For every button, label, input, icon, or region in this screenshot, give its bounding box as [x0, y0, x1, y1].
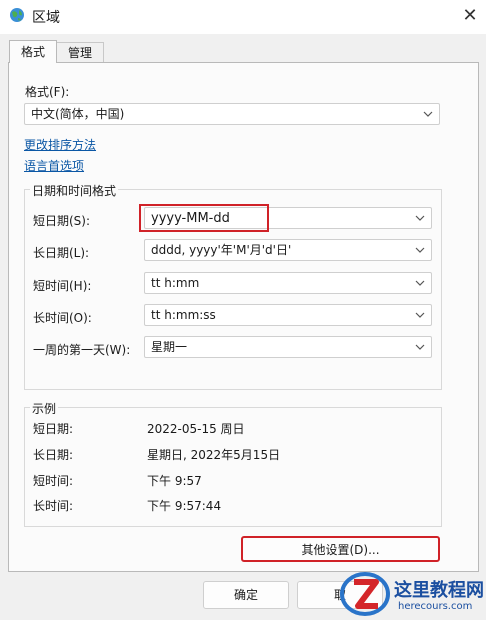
ok-button[interactable]: 确定 — [203, 581, 289, 609]
chevron-down-icon — [415, 247, 425, 253]
short-date-label: 短日期(S): — [33, 214, 91, 228]
chevron-down-icon — [415, 312, 425, 318]
format-select-value: 中文(简体，中国) — [31, 107, 125, 121]
chevron-down-icon — [415, 280, 425, 286]
short-time-value: tt h:mm — [151, 276, 200, 290]
first-day-label: 一周的第一天(W): — [33, 343, 131, 357]
long-date-label: 长日期(L): — [33, 246, 90, 260]
example-long-date-label: 长日期: — [33, 448, 74, 462]
chevron-down-icon — [415, 344, 425, 350]
short-time-select[interactable]: tt h:mm — [144, 272, 432, 294]
globe-icon — [10, 8, 24, 22]
long-time-value: tt h:mm:ss — [151, 308, 216, 322]
first-day-select[interactable]: 星期一 — [144, 336, 432, 358]
example-short-time-value: 下午 9:57 — [147, 474, 202, 488]
format-label: 格式(F): — [25, 85, 70, 99]
long-time-select[interactable]: tt h:mm:ss — [144, 304, 432, 326]
long-time-label: 长时间(O): — [33, 311, 92, 325]
close-icon: ✕ — [462, 5, 478, 26]
example-group-caption: 示例 — [30, 400, 59, 417]
change-sort-link[interactable]: 更改排序方法 — [24, 136, 96, 153]
example-short-time-label: 短时间: — [33, 474, 74, 488]
example-short-date-value: 2022-05-15 周日 — [147, 422, 245, 436]
tab-manage[interactable]: 管理 — [56, 42, 104, 63]
first-day-value: 星期一 — [151, 340, 188, 354]
watermark: 这里教程网 herecours.com — [340, 568, 486, 620]
format-select[interactable]: 中文(简体，中国) — [24, 103, 440, 125]
short-date-highlight — [139, 204, 269, 232]
example-long-date-value: 星期日, 2022年5月15日 — [147, 448, 281, 462]
short-time-label: 短时间(H): — [33, 279, 92, 293]
tab-format[interactable]: 格式 — [9, 40, 57, 63]
title-bar: 区域 ✕ — [0, 0, 486, 34]
language-preferences-link[interactable]: 语言首选项 — [24, 157, 84, 174]
example-short-date-label: 短日期: — [33, 422, 74, 436]
z-logo-icon — [340, 572, 390, 616]
watermark-site-name: 这里教程网 — [394, 580, 484, 601]
chevron-down-icon — [423, 111, 433, 117]
long-date-select[interactable]: dddd, yyyy'年'M'月'd'日' — [144, 239, 432, 261]
long-date-value: dddd, yyyy'年'M'月'd'日' — [151, 243, 292, 257]
close-button[interactable]: ✕ — [456, 2, 484, 30]
example-long-time-label: 长时间: — [33, 499, 74, 513]
datetime-group-caption: 日期和时间格式 — [30, 182, 119, 199]
watermark-site-url: herecours.com — [398, 601, 473, 612]
example-long-time-value: 下午 9:57:44 — [147, 499, 222, 513]
chevron-down-icon — [415, 215, 425, 221]
other-settings-button[interactable]: 其他设置(D)... — [241, 536, 440, 562]
window-title: 区域 — [32, 10, 60, 26]
